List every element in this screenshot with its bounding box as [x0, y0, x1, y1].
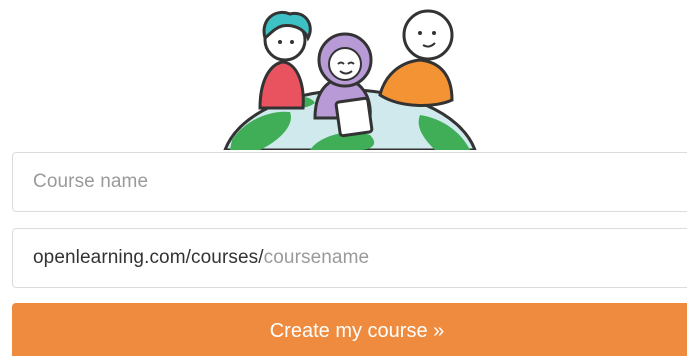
create-course-button-label: Create my course »	[269, 320, 445, 342]
course-url-input[interactable]: openlearning.com/courses/coursename	[12, 228, 687, 288]
course-name-input[interactable]: Course name	[12, 152, 687, 212]
course-url-placeholder: coursename	[263, 247, 370, 268]
create-course-button[interactable]: Create my course »	[12, 303, 687, 356]
course-name-placeholder: Course name	[33, 171, 149, 192]
course-url-prefix: openlearning.com/courses/	[33, 247, 264, 268]
create-course-form-page: Course name openlearning.com/courses/cou…	[0, 0, 687, 356]
people-around-globe-illustration	[223, 9, 477, 150]
